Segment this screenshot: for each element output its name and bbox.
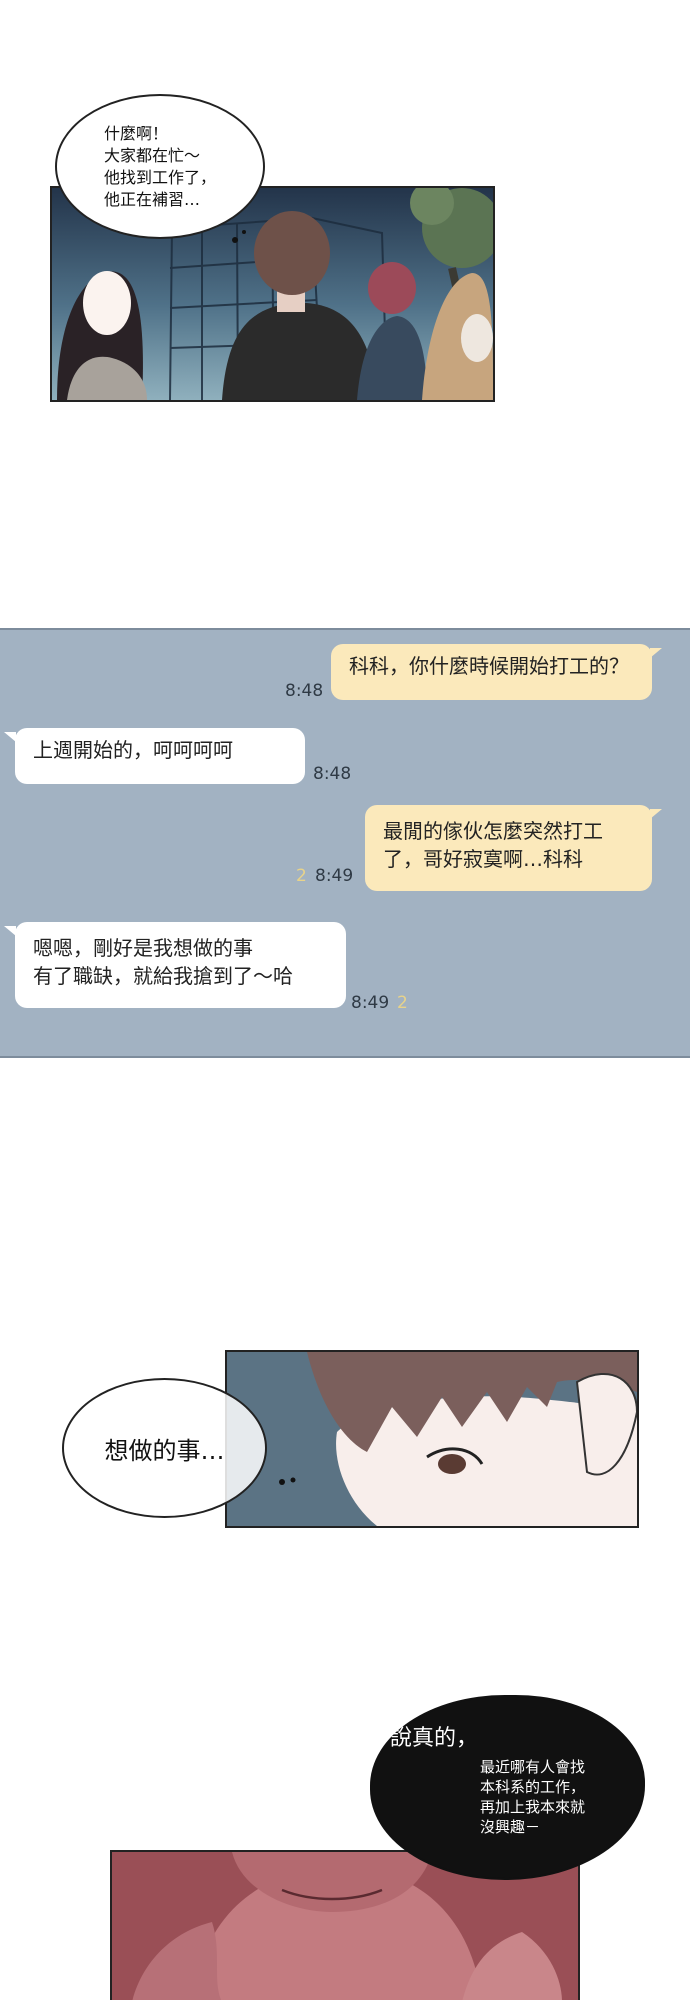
bubble-line: 本科系的工作， [480, 1778, 586, 1796]
unread-count: 2 [296, 866, 307, 886]
panel-closeup [225, 1350, 639, 1528]
message-text: 有了職缺，就給我搶到了～哈 [33, 964, 293, 988]
speech-bubble-panel3: 想做的事… [62, 1378, 267, 1518]
speech-bubble-panel4: 說真的， 最近哪有人會找 本科系的工作， 再加上我本來就 沒興趣－ [370, 1695, 645, 1880]
speech-bubble-panel1: 什麼啊！ 大家都在忙～ 他找到工作了， 他正在補習… [55, 94, 265, 239]
message-time: 8:48 [285, 681, 324, 701]
unread-count: 2 [397, 993, 408, 1013]
bubble-tail [650, 809, 662, 819]
bubble-text: 想做的事… [104, 1436, 225, 1465]
bubble-line: 大家都在忙～ [103, 145, 200, 165]
outgoing-message: 科科，你什麼時候開始打工的？ [331, 644, 652, 700]
bubble-line: 他找到工作了， [103, 167, 216, 187]
message-time: 8:49 [351, 993, 390, 1013]
bubble-line: 最近哪有人會找 [480, 1758, 586, 1776]
closeup-illustration [227, 1352, 637, 1526]
bubble-line: 他正在補習… [103, 189, 200, 209]
bubble-line: 什麼啊！ [103, 123, 168, 143]
bubble-line: 沒興趣－ [480, 1818, 541, 1836]
message-text: 科科，你什麼時候開始打工的？ [349, 654, 629, 678]
message-text: 嗯嗯，剛好是我想做的事 [33, 936, 253, 960]
outgoing-message: 最閒的傢伙怎麼突然打工 了，哥好寂寞啊…科科 [365, 805, 652, 891]
message-text: 最閒的傢伙怎麼突然打工 [383, 819, 603, 843]
message-time: 8:48 [313, 764, 352, 784]
bubble-tail [650, 648, 662, 658]
incoming-message: 上週開始的，呵呵呵呵 [15, 728, 305, 784]
chat-panel: 8:48 科科，你什麼時候開始打工的？ 上週開始的，呵呵呵呵 8:48 2 8:… [0, 628, 690, 1058]
message-text: 上週開始的，呵呵呵呵 [33, 738, 233, 762]
bubble-title: 說真的， [390, 1726, 479, 1751]
bubble-line: 再加上我本來就 [480, 1798, 586, 1816]
message-time: 8:49 [315, 866, 354, 886]
message-text: 了，哥好寂寞啊…科科 [383, 847, 583, 871]
incoming-message: 嗯嗯，剛好是我想做的事 有了職缺，就給我搶到了～哈 [15, 922, 346, 1008]
